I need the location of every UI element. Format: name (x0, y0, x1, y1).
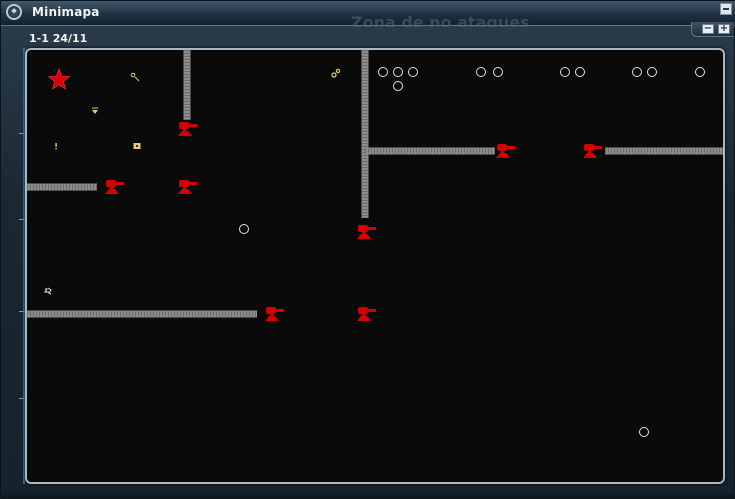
minimap-canvas[interactable] (27, 50, 723, 482)
portal-marker (408, 67, 418, 77)
turret-icon[interactable] (265, 307, 284, 321)
zoom-in-icon[interactable]: + (718, 24, 730, 34)
zoom-controls: − + (691, 22, 734, 37)
portal-marker (575, 67, 585, 77)
turret-icon[interactable] (583, 144, 602, 158)
map-coordinates: 1-1 24/11 (29, 32, 88, 45)
zigzag-icon (44, 287, 52, 295)
portal-marker (393, 67, 403, 77)
minimize-icon[interactable] (720, 3, 732, 15)
turret-icon[interactable] (178, 122, 197, 136)
portal-marker (393, 81, 403, 91)
title-bar[interactable]: ⌖ Minimapa Zona de no ataques (1, 1, 735, 27)
portal-marker (647, 67, 657, 77)
key-icon (130, 72, 140, 82)
window-title: Minimapa (32, 5, 100, 19)
zone-label: Zona de no ataques (351, 13, 530, 27)
down-arrow-icon (92, 107, 98, 114)
portal-marker (632, 67, 642, 77)
portal-marker (695, 67, 705, 77)
portal-marker (493, 67, 503, 77)
portal-marker (560, 67, 570, 77)
portal-marker (239, 224, 249, 234)
player-star-icon (47, 68, 71, 90)
turret-icon[interactable] (496, 144, 515, 158)
chest-icon (133, 143, 141, 149)
turret-icon[interactable] (357, 225, 376, 239)
cog-icon (331, 68, 341, 78)
minimap-window: ⌖ Minimapa Zona de no ataques − + 1-1 24… (0, 0, 735, 499)
portal-marker (639, 427, 649, 437)
turret-icon[interactable] (178, 180, 197, 194)
turret-icon[interactable] (357, 307, 376, 321)
minimap-icon: ⌖ (6, 4, 22, 20)
exclaim-icon (55, 143, 57, 150)
portal-marker (476, 67, 486, 77)
portal-marker (378, 67, 388, 77)
minimap-frame[interactable] (25, 48, 725, 484)
turret-icon[interactable] (105, 180, 124, 194)
zoom-out-icon[interactable]: − (702, 24, 714, 34)
